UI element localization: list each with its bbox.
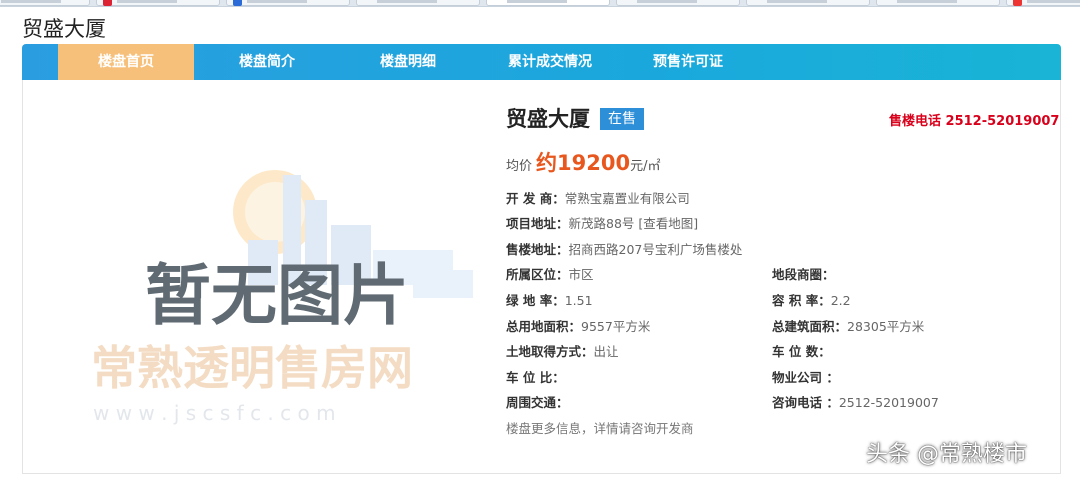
view-map-link[interactable]: [查看地图] bbox=[638, 216, 698, 231]
field-value: 常熟宝嘉置业有限公司 bbox=[564, 191, 690, 206]
field-label: 售楼地址： bbox=[506, 242, 569, 257]
greening-rate-field: 绿 地 率：1.51 bbox=[506, 290, 593, 309]
field-label: 车 位 比： bbox=[506, 370, 565, 385]
address-field: 项目地址：新茂路88号 [查看地图] bbox=[506, 213, 698, 232]
land-method-field: 土地取得方式：出让 bbox=[506, 341, 619, 360]
field-value: 市区 bbox=[568, 267, 594, 282]
field-label: 总建筑面积： bbox=[772, 319, 848, 334]
field-value: 新茂路88号 bbox=[568, 216, 635, 231]
favicon-icon bbox=[103, 0, 112, 6]
plot-ratio-field: 容 积 率：2.2 bbox=[772, 290, 851, 309]
nav-item-presale-permit[interactable]: 预售许可证 bbox=[624, 44, 752, 80]
land-area-field: 总用地面积：9557平方米 bbox=[506, 316, 650, 335]
field-label: 开 发 商： bbox=[506, 191, 565, 206]
favicon-icon bbox=[233, 0, 242, 6]
sales-address-field: 售楼地址：招商西路207号宝利广场售楼处 bbox=[506, 239, 742, 258]
more-info-note: 楼盘更多信息，详情请咨询开发商 bbox=[506, 421, 694, 436]
field-label: 地段商圈： bbox=[772, 267, 835, 282]
page-title: 贸盛大厦 bbox=[22, 17, 106, 41]
nav-item-intro[interactable]: 楼盘简介 bbox=[194, 44, 340, 80]
price-value: 约19200 bbox=[536, 151, 631, 175]
favicon-icon bbox=[1013, 0, 1022, 6]
field-label: 容 积 率： bbox=[772, 293, 831, 308]
field-value: 9557平方米 bbox=[581, 319, 651, 334]
browser-tab[interactable] bbox=[746, 0, 870, 6]
field-label: 物业公司 ： bbox=[772, 370, 839, 385]
field-label: 车 位 数： bbox=[772, 344, 831, 359]
browser-tab[interactable] bbox=[0, 0, 90, 6]
field-label: 咨询电话 ： bbox=[772, 395, 839, 410]
field-label: 土地取得方式： bbox=[506, 344, 594, 359]
nav-item-transactions[interactable]: 累计成交情况 bbox=[476, 44, 624, 80]
district-field: 所属区位：市区 bbox=[506, 264, 594, 283]
consult-phone-field: 咨询电话 ：2512-52019007 bbox=[772, 392, 939, 411]
field-value: 2.2 bbox=[830, 293, 851, 308]
browser-tab[interactable] bbox=[96, 0, 220, 6]
field-value: 出让 bbox=[593, 344, 619, 359]
watermark-text: 头条 @常熟楼市 bbox=[866, 442, 1027, 467]
sales-phone: 售楼电话 2512-52019007 bbox=[889, 114, 1060, 129]
price-label: 均价 bbox=[506, 159, 533, 174]
browser-tab[interactable] bbox=[876, 0, 1000, 6]
field-label: 总用地面积： bbox=[506, 319, 582, 334]
business-circle-field: 地段商圈： bbox=[772, 264, 835, 283]
main-nav: 楼盘首页 楼盘简介 楼盘明细 累计成交情况 预售许可证 bbox=[22, 44, 1061, 80]
field-value: 1.51 bbox=[564, 293, 593, 308]
field-label: 绿 地 率： bbox=[506, 293, 565, 308]
parking-count-field: 车 位 数： bbox=[772, 341, 831, 360]
field-value: 28305平方米 bbox=[847, 319, 925, 334]
placeholder-site-name: 常熟透明售房网 bbox=[91, 341, 413, 395]
building-name: 贸盛大厦 bbox=[506, 107, 590, 131]
no-image-placeholder: 暂无图片 常熟透明售房网 w w w . j s c s f c . c o m bbox=[91, 170, 473, 425]
browser-tab[interactable] bbox=[616, 0, 740, 6]
browser-tab-strip bbox=[0, 0, 1080, 7]
browser-tab[interactable] bbox=[226, 0, 350, 6]
placeholder-main-text: 暂无图片 bbox=[145, 257, 409, 334]
price-row: 均价 约19200元/㎡ bbox=[506, 147, 660, 177]
building-area-field: 总建筑面积：28305平方米 bbox=[772, 316, 924, 335]
field-value: 2512-52019007 bbox=[838, 395, 939, 410]
browser-tab-active[interactable] bbox=[486, 0, 610, 6]
transport-field: 周围交通： bbox=[506, 392, 569, 411]
field-label: 所属区位： bbox=[506, 267, 569, 282]
property-company-field: 物业公司 ： bbox=[772, 367, 839, 386]
nav-item-details[interactable]: 楼盘明细 bbox=[340, 44, 476, 80]
browser-tab[interactable] bbox=[1006, 0, 1080, 6]
developer-field: 开 发 商：常熟宝嘉置业有限公司 bbox=[506, 188, 690, 207]
parking-ratio-field: 车 位 比： bbox=[506, 367, 565, 386]
nav-item-home[interactable]: 楼盘首页 bbox=[58, 44, 194, 80]
price-unit: 元/㎡ bbox=[630, 159, 661, 174]
status-badge: 在售 bbox=[600, 108, 644, 130]
field-value: 招商西路207号宝利广场售楼处 bbox=[568, 242, 743, 257]
browser-tab[interactable] bbox=[356, 0, 480, 6]
placeholder-url: w w w . j s c s f c . c o m bbox=[93, 401, 336, 425]
field-label: 周围交通： bbox=[506, 395, 569, 410]
field-label: 项目地址： bbox=[506, 216, 569, 231]
